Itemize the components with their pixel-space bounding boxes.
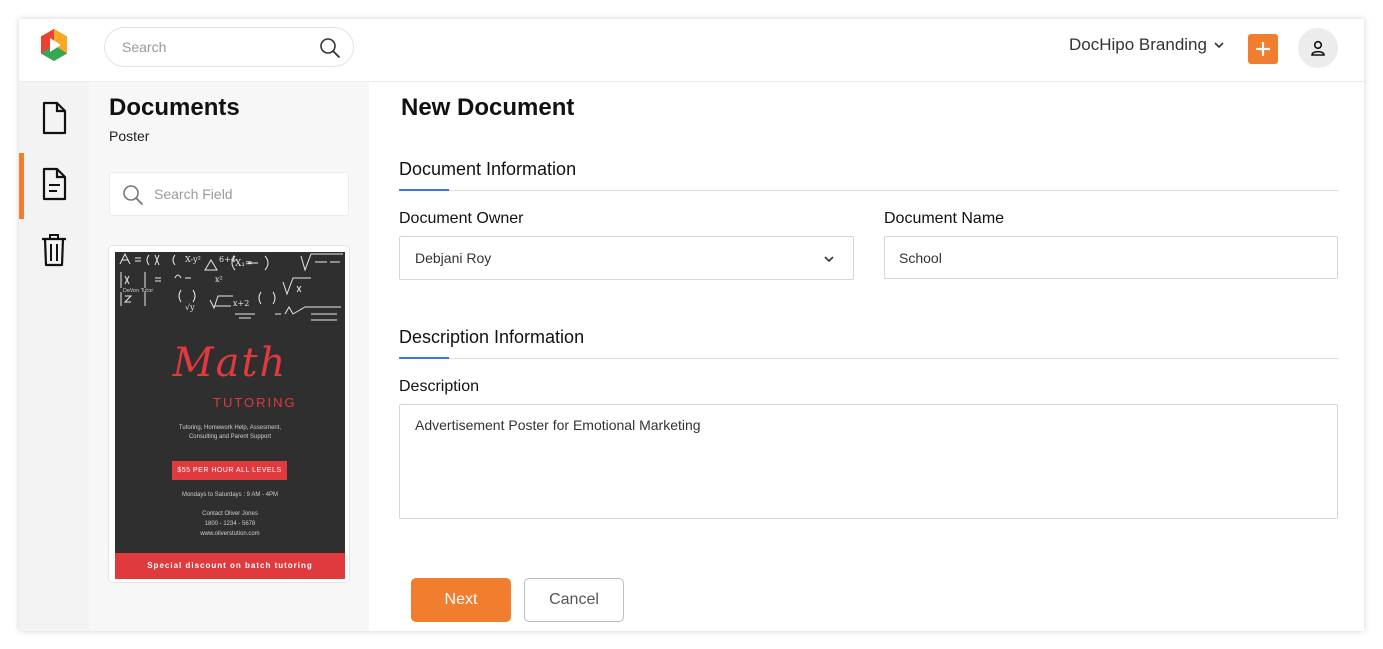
poster-desc-line: Tutoring, Homework Help, Assesment, [178, 425, 282, 431]
global-search-input[interactable] [122, 39, 312, 55]
owner-label: Document Owner [399, 210, 524, 227]
global-search [104, 27, 354, 67]
poster-desc-line: Consulting and Parent Support [188, 434, 272, 440]
document-lines-icon [42, 167, 67, 201]
rail-item-templates[interactable] [19, 151, 89, 219]
user-avatar[interactable] [1298, 28, 1338, 68]
rail-item-trash[interactable] [19, 217, 89, 283]
svg-text:DeVon Tutor: DeVon Tutor [123, 288, 154, 294]
poster-subtitle: TUTORING [213, 395, 297, 410]
dochipo-logo-icon[interactable] [36, 27, 72, 63]
poster-title: Math [172, 340, 288, 386]
document-owner-select[interactable]: Debjani Roy [399, 236, 854, 280]
user-icon [1311, 40, 1325, 56]
add-button[interactable] [1248, 34, 1278, 64]
documents-panel: Documents Poster Search Field DeVon Tuto… [89, 82, 369, 631]
poster-contact-name: Contact Oliver Jones [202, 511, 258, 517]
workspace-label: DocHipo Branding [1069, 35, 1207, 54]
poster-contact-web: www.oliverstution.com [200, 531, 260, 537]
page-title: New Document [401, 94, 575, 121]
top-bar: DocHipo Branding [19, 19, 1364, 82]
search-icon [122, 184, 144, 206]
field-search [109, 172, 349, 216]
icon-rail [19, 82, 89, 631]
svg-text:x+2: x+2 [233, 299, 249, 308]
description-textarea[interactable]: Advertisement Poster for Emotional Marke… [399, 404, 1338, 519]
poster-contact-phone: 1800 - 1234 - 5678 [204, 521, 256, 527]
panel-title: Documents [109, 94, 240, 121]
field-search-input[interactable] [154, 186, 339, 202]
poster-footer-banner: Special discount on batch tutoring [115, 553, 345, 579]
app-window: DocHipo Branding Documents Poster [19, 19, 1364, 631]
workspace-select[interactable]: DocHipo Branding [1069, 35, 1225, 55]
svg-text:X₁=: X₁= [235, 259, 253, 269]
new-document-form: New Document Document Information Docume… [369, 82, 1364, 631]
search-icon[interactable] [319, 37, 341, 59]
document-name-input[interactable] [884, 236, 1338, 279]
svg-text:x²: x² [215, 275, 223, 284]
document-icon [42, 101, 67, 135]
formula-doodles: DeVon Tutor X₁= x² X-y² 6+4 √y x+2 [119, 252, 343, 321]
svg-text:6+4: 6+4 [219, 255, 236, 264]
poster-price-badge: $55 PER HOUR ALL LEVELS [172, 461, 287, 480]
panel-subtitle: Poster [109, 128, 150, 144]
poster-description: Tutoring, Homework Help, Assesment, Cons… [155, 424, 305, 442]
svg-text:X-y²: X-y² [185, 255, 201, 264]
owner-value: Debjani Roy [415, 250, 492, 266]
section-heading-description-info: Description Information [399, 327, 1338, 359]
math-tutoring-poster: DeVon Tutor X₁= x² X-y² 6+4 √y x+2 Math … [115, 252, 345, 579]
plus-icon [1256, 42, 1270, 56]
svg-text:√y: √y [185, 303, 195, 312]
poster-contact: Contact Oliver Jones 1800 - 1234 - 5678 … [115, 509, 345, 539]
name-label: Document Name [884, 210, 1005, 227]
rail-item-documents[interactable] [19, 85, 89, 151]
poster-hours: Mondays to Saturdays : 9 AM - 4PM [181, 492, 279, 498]
description-label: Description [399, 378, 480, 395]
next-button[interactable]: Next [411, 578, 511, 622]
trash-icon [42, 234, 66, 267]
cancel-button[interactable]: Cancel [524, 578, 624, 622]
chevron-down-icon [824, 256, 834, 263]
section-heading-document-info: Document Information [399, 159, 1338, 191]
chevron-down-icon [1214, 42, 1224, 49]
template-thumbnail[interactable]: DeVon Tutor X₁= x² X-y² 6+4 √y x+2 Math … [108, 245, 350, 583]
